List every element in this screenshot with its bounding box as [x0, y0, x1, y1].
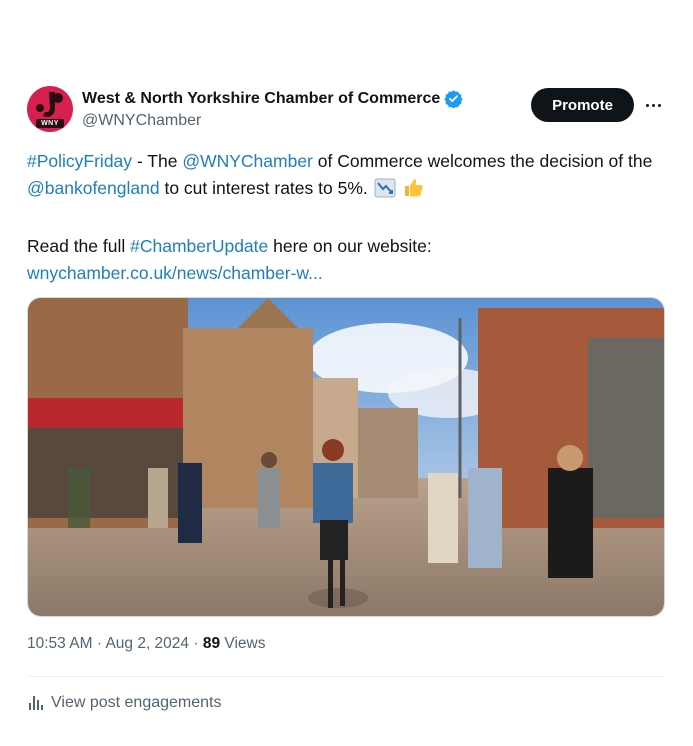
author-names: West & North Yorkshire Chamber of Commer… [82, 89, 463, 130]
post-text: #PolicyFriday - The @WNYChamber of Comme… [27, 148, 667, 287]
paragraph-spacer [27, 206, 667, 233]
mention-wnychamber[interactable]: @WNYChamber [182, 151, 313, 171]
mention-bankofengland[interactable]: @bankofengland [27, 178, 160, 198]
website-link[interactable]: wnychamber.co.uk/news/chamber-w... [27, 263, 323, 283]
thumbs-up-icon [402, 176, 424, 206]
promote-button[interactable]: Promote [531, 88, 634, 122]
view-engagements-link[interactable]: View post engagements [29, 694, 221, 712]
avatar-label: WNY [36, 119, 64, 128]
views-count: 89 [202, 635, 221, 652]
author-handle[interactable]: @WNYChamber [82, 112, 463, 130]
post-paragraph-2: Read the full #ChamberUpdate here on our… [27, 233, 667, 260]
verified-badge-icon [444, 89, 463, 109]
avatar[interactable]: WNY [27, 86, 73, 132]
author-display-name[interactable]: West & North Yorkshire Chamber of Commer… [82, 90, 440, 108]
meta-separator: · [193, 635, 199, 652]
post-text-segment: to cut interest rates to 5%. [159, 178, 368, 198]
post-time[interactable]: 10:53 AM [27, 635, 93, 652]
post-text-segment: Read the full [27, 236, 131, 256]
post-text-segment: - The [132, 151, 183, 171]
post-text-segment: of Commerce welcomes the decision of the [312, 151, 653, 171]
hashtag-chamber-update[interactable]: #ChamberUpdate [130, 236, 268, 256]
more-horizontal-icon[interactable] [641, 94, 665, 116]
hashtag-policy-friday[interactable]: #PolicyFriday [27, 151, 132, 171]
analytics-icon [29, 696, 43, 710]
views-label: Views [224, 635, 266, 652]
meta-separator: · [96, 635, 102, 652]
post-paragraph-3: wnychamber.co.uk/news/chamber-w... [27, 260, 667, 287]
view-engagements-label: View post engagements [51, 694, 222, 711]
post-text-segment: here on our website: [268, 236, 432, 256]
post-image[interactable] [27, 297, 665, 617]
post-meta: 10:53 AM · Aug 2, 2024 · 89 Views [27, 635, 265, 653]
post-paragraph-1: #PolicyFriday - The @WNYChamber of Comme… [27, 148, 667, 206]
post-header: WNY West & North Yorkshire Chamber of Co… [27, 86, 663, 136]
post-date[interactable]: Aug 2, 2024 [105, 635, 189, 652]
divider [27, 676, 663, 677]
street-photo [28, 298, 664, 616]
chart-decreasing-icon [374, 178, 396, 206]
